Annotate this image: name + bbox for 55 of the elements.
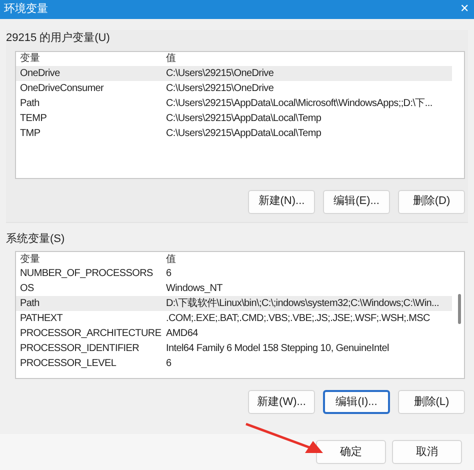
- variable-name: Path: [20, 96, 40, 110]
- variable-list[interactable]: [15, 251, 465, 379]
- dialog-button[interactable]: 确定: [316, 440, 386, 464]
- variable-row[interactable]: Path D:\下载软件\Linux\bin\;C:\;indows\system32;C:\Windows;C:\Win...: [16, 296, 452, 311]
- dialog-button[interactable]: 删除(D): [398, 190, 465, 214]
- variable-row[interactable]: TMP C:\Users\29215\AppData\Local\Temp: [16, 126, 452, 140]
- variable-row[interactable]: PROCESSOR_LEVEL 6: [16, 356, 452, 371]
- variable-name: PATHEXT: [20, 312, 64, 326]
- variable-row[interactable]: PROCESSOR_IDENTIFIER Intel64 Family 6 Model 158 Stepping 10, GenuineIntel: [16, 341, 452, 356]
- group-label: 系统变量(S): [6, 232, 66, 246]
- variable-name: Path: [20, 297, 40, 311]
- variable-value: .COM;.EXE;.BAT;.CMD;.VBS;.VBE;.JS;.JSE;.WSF;.WSH;.MSC: [166, 312, 430, 326]
- column-header[interactable]: 值: [166, 252, 176, 266]
- variable-row[interactable]: NUMBER_OF_PROCESSORS 6: [16, 266, 452, 281]
- variable-value: C:\Users\29215\OneDrive: [166, 66, 274, 80]
- scrollbar-thumb[interactable]: [458, 294, 461, 324]
- dialog-button[interactable]: 新建(N)...: [248, 190, 315, 214]
- variable-value: AMD64: [166, 327, 198, 341]
- dialog-button[interactable]: 编辑(E)...: [323, 190, 390, 214]
- variable-name: OneDrive: [20, 66, 61, 80]
- variable-value: 6: [166, 357, 172, 371]
- dialog-button[interactable]: 新建(W)...: [248, 390, 315, 414]
- window-title: 环境变量: [4, 2, 48, 18]
- variable-row[interactable]: TEMP C:\Users\29215\AppData\Local\Temp: [16, 110, 452, 126]
- variable-value: D:\下载软件\Linux\bin\;C:\;indows\system32;C:\Windows;C:\Win...: [166, 296, 439, 311]
- variable-row[interactable]: Path C:\Users\29215\AppData\Local\Microsoft\WindowsApps;;D:\下...: [16, 96, 452, 110]
- variable-value: C:\Users\29215\AppData\Local\Temp: [166, 112, 322, 126]
- variable-value: Windows_NT: [166, 282, 222, 296]
- variable-value: 6: [166, 267, 172, 281]
- variable-name: NUMBER_OF_PROCESSORS: [20, 267, 154, 281]
- variable-name: PROCESSOR_LEVEL: [20, 357, 118, 371]
- dialog-button[interactable]: 取消: [392, 440, 462, 464]
- variable-name: OS: [20, 282, 35, 296]
- variable-row[interactable]: PATHEXT .COM;.EXE;.BAT;.CMD;.VBS;.VBE;.JS;.JSE;.WSF;.WSH;.MSC: [16, 311, 452, 326]
- variable-name: PROCESSOR_IDENTIFIER: [20, 342, 140, 356]
- variable-name: OneDriveConsumer: [20, 82, 105, 96]
- variable-value: C:\Users\29215\OneDrive: [166, 82, 274, 96]
- dialog-button[interactable]: 编辑(I)...: [323, 390, 390, 414]
- variable-row[interactable]: OneDriveConsumer C:\Users\29215\OneDrive: [16, 80, 452, 96]
- dialog-button[interactable]: 删除(L): [398, 390, 465, 414]
- variable-row[interactable]: PROCESSOR_ARCHITECTURE AMD64: [16, 326, 452, 341]
- variable-row[interactable]: OneDrive C:\Users\29215\OneDrive: [16, 66, 452, 80]
- variable-value: C:\Users\29215\AppData\Local\Temp: [166, 126, 322, 140]
- column-header[interactable]: 变量: [20, 52, 166, 66]
- variable-name: TMP: [20, 126, 42, 140]
- variable-list[interactable]: [15, 50, 465, 178]
- close-button[interactable]: ✕: [460, 1, 470, 18]
- variable-value: Intel64 Family 6 Model 158 Stepping 10, GenuineIntel: [166, 342, 389, 356]
- column-header[interactable]: 值: [166, 52, 176, 66]
- variable-name: TEMP: [20, 112, 48, 126]
- column-header[interactable]: 变量: [20, 252, 166, 266]
- variable-row[interactable]: OS Windows_NT: [16, 281, 452, 296]
- variable-name: PROCESSOR_ARCHITECTURE: [20, 327, 162, 341]
- group-label: 29215 的用户变量(U): [6, 30, 111, 46]
- variable-value: C:\Users\29215\AppData\Local\Microsoft\WindowsApps;;D:\下...: [166, 96, 432, 110]
